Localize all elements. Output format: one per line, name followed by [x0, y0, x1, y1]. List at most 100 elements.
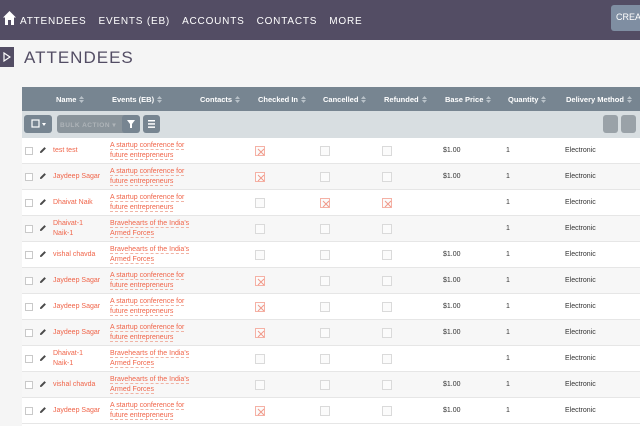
create-button[interactable]: CREA — [611, 5, 640, 31]
attendee-name-line[interactable]: test test — [53, 147, 78, 154]
attendee-name-line[interactable]: Naik-1 — [53, 230, 73, 237]
event-name-line[interactable]: future entrepreneurs — [110, 152, 174, 160]
row-select-checkbox[interactable] — [25, 407, 33, 415]
edit-pencil-icon[interactable] — [39, 302, 47, 310]
event-name-line[interactable]: Armed Forces — [110, 256, 154, 264]
edit-pencil-icon[interactable] — [39, 146, 47, 154]
nav-contacts[interactable]: CONTACTS — [257, 16, 318, 27]
event-link[interactable]: A startup conference for future entrepren… — [110, 297, 185, 317]
event-name-line[interactable]: A startup conference for — [110, 272, 185, 280]
event-name-line[interactable]: future entrepreneurs — [110, 412, 174, 420]
attendee-name-line[interactable]: Dhaivat-1 — [53, 350, 83, 357]
nav-accounts[interactable]: ACCOUNTS — [182, 16, 245, 27]
attendee-name-link[interactable]: Jaydeep Sagar — [53, 276, 100, 286]
nav-events-eb[interactable]: EVENTS (EB) — [98, 16, 170, 27]
row-select-checkbox[interactable] — [25, 303, 33, 311]
row-select-checkbox[interactable] — [25, 147, 33, 155]
edit-pencil-icon[interactable] — [39, 354, 47, 362]
edit-pencil-icon[interactable] — [39, 198, 47, 206]
edit-pencil-icon[interactable] — [39, 172, 47, 180]
event-link[interactable]: A startup conference for future entrepren… — [110, 323, 185, 343]
event-name-line[interactable]: Bravehearts of the India's — [110, 246, 190, 254]
event-name-line[interactable]: future entrepreneurs — [110, 282, 174, 290]
filter-button[interactable] — [122, 115, 140, 133]
event-name-line[interactable]: Armed Forces — [110, 386, 154, 394]
edit-pencil-icon[interactable] — [39, 380, 47, 388]
attendee-name-link[interactable]: Jaydeep Sagar — [53, 406, 100, 416]
row-select-checkbox[interactable] — [25, 199, 33, 207]
event-link[interactable]: Bravehearts of the India's Armed Forces — [110, 375, 190, 395]
event-link[interactable]: A startup conference for future entrepren… — [110, 141, 185, 161]
edit-pencil-icon[interactable] — [39, 276, 47, 284]
column-header-delivery-method[interactable]: Delivery Method — [566, 95, 632, 104]
event-name-line[interactable]: Bravehearts of the India's — [110, 350, 190, 358]
row-select-checkbox[interactable] — [25, 355, 33, 363]
attendee-name-line[interactable]: Jaydeep Sagar — [53, 303, 100, 310]
pagination-prev-button[interactable] — [603, 115, 618, 133]
nav-more[interactable]: MORE — [329, 16, 362, 27]
attendee-name-link[interactable]: Jaydeep Sagar — [53, 172, 100, 182]
event-name-line[interactable]: Bravehearts of the India's — [110, 220, 190, 228]
column-header-checked-in[interactable]: Checked In — [258, 95, 307, 104]
row-select-checkbox[interactable] — [25, 251, 33, 259]
attendee-name-link[interactable]: Dhaivat Naik — [53, 198, 93, 208]
column-header-cancelled[interactable]: Cancelled — [323, 95, 367, 104]
attendee-name-link[interactable]: Jaydeep Sagar — [53, 302, 100, 312]
event-link[interactable]: Bravehearts of the India's Armed Forces — [110, 349, 190, 369]
column-header-base-price[interactable]: Base Price — [445, 95, 492, 104]
event-name-line[interactable]: A startup conference for — [110, 298, 185, 306]
pagination-next-button[interactable] — [621, 115, 636, 133]
event-link[interactable]: Bravehearts of the India's Armed Forces — [110, 245, 190, 265]
event-name-line[interactable]: A startup conference for — [110, 324, 185, 332]
attendee-name-link[interactable]: Dhaivat-1 Naik-1 — [53, 219, 83, 239]
attendee-name-link[interactable]: test test — [53, 146, 78, 156]
attendee-name-link[interactable]: Dhaivat-1 Naik-1 — [53, 349, 83, 369]
column-header-refunded[interactable]: Refunded — [384, 95, 427, 104]
edit-pencil-icon[interactable] — [39, 224, 47, 232]
event-link[interactable]: A startup conference for future entrepren… — [110, 401, 185, 421]
attendee-name-line[interactable]: vishal chavda — [53, 251, 95, 258]
column-header-quantity[interactable]: Quantity — [508, 95, 547, 104]
attendee-name-line[interactable]: Jaydeep Sagar — [53, 173, 100, 180]
event-name-line[interactable]: future entrepreneurs — [110, 204, 174, 212]
attendee-name-line[interactable]: vishal chavda — [53, 381, 95, 388]
home-icon[interactable] — [3, 11, 16, 25]
attendee-name-link[interactable]: Jaydeep Sagar — [53, 328, 100, 338]
attendee-name-line[interactable]: Dhaivat Naik — [53, 199, 93, 206]
column-header-contacts[interactable]: Contacts — [200, 95, 241, 104]
event-link[interactable]: Bravehearts of the India's Armed Forces — [110, 219, 190, 239]
event-name-line[interactable]: future entrepreneurs — [110, 334, 174, 342]
attendee-name-link[interactable]: vishal chavda — [53, 380, 95, 390]
row-select-checkbox[interactable] — [25, 173, 33, 181]
event-name-line[interactable]: future entrepreneurs — [110, 178, 174, 186]
event-name-line[interactable]: future entrepreneurs — [110, 308, 174, 316]
column-header-name[interactable]: Name — [56, 95, 85, 104]
attendee-name-line[interactable]: Jaydeep Sagar — [53, 407, 100, 414]
event-link[interactable]: A startup conference for future entrepren… — [110, 271, 185, 291]
event-name-line[interactable]: A startup conference for — [110, 402, 185, 410]
event-name-line[interactable]: A startup conference for — [110, 194, 185, 202]
attendee-name-line[interactable]: Dhaivat-1 — [53, 220, 83, 227]
event-name-line[interactable]: Armed Forces — [110, 360, 154, 368]
row-select-checkbox[interactable] — [25, 277, 33, 285]
edit-pencil-icon[interactable] — [39, 250, 47, 258]
event-name-line[interactable]: Armed Forces — [110, 230, 154, 238]
event-name-line[interactable]: Bravehearts of the India's — [110, 376, 190, 384]
row-select-checkbox[interactable] — [25, 381, 33, 389]
attendee-name-link[interactable]: vishal chavda — [53, 250, 95, 260]
select-all-dropdown[interactable] — [24, 115, 52, 133]
edit-pencil-icon[interactable] — [39, 328, 47, 336]
event-link[interactable]: A startup conference for future entrepren… — [110, 193, 185, 213]
row-select-checkbox[interactable] — [25, 329, 33, 337]
nav-attendees[interactable]: ATTENDEES — [20, 16, 86, 27]
event-name-line[interactable]: A startup conference for — [110, 168, 185, 176]
column-header-events-eb[interactable]: Events (EB) — [112, 95, 163, 104]
attendee-name-line[interactable]: Naik-1 — [53, 360, 73, 367]
event-name-line[interactable]: A startup conference for — [110, 142, 185, 150]
column-chooser-button[interactable] — [143, 115, 160, 133]
row-select-checkbox[interactable] — [25, 225, 33, 233]
attendee-name-line[interactable]: Jaydeep Sagar — [53, 329, 100, 336]
edit-pencil-icon[interactable] — [39, 406, 47, 414]
event-link[interactable]: A startup conference for future entrepren… — [110, 167, 185, 187]
sidebar-toggle-button[interactable] — [0, 47, 14, 67]
